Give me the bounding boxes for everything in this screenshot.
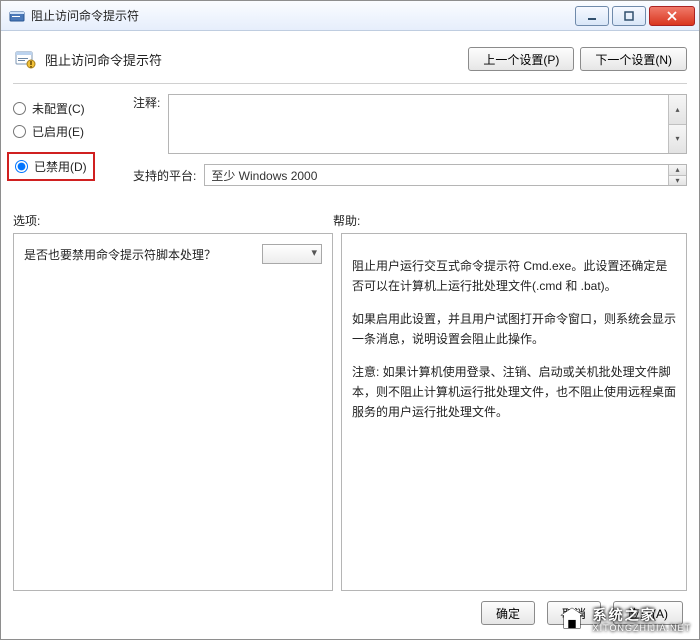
highlight-box: 已禁用(D): [7, 152, 95, 181]
option-question: 是否也要禁用命令提示符脚本处理？: [24, 246, 262, 263]
script-processing-dropdown[interactable]: [262, 244, 322, 264]
help-label: 帮助:: [333, 212, 687, 229]
titlebar[interactable]: 阻止访问命令提示符: [1, 1, 699, 31]
state-radio-group: 未配置(C) 已启用(E) 已禁用(D): [13, 94, 133, 186]
policy-header: 阻止访问命令提示符 上一个设置(P) 下一个设置(N): [13, 47, 687, 71]
radio-disabled-label: 已禁用(D): [34, 158, 87, 175]
scroll-down-icon[interactable]: ▾: [668, 125, 686, 154]
radio-disabled-input[interactable]: [15, 160, 28, 173]
app-icon: [9, 8, 25, 24]
divider: [13, 83, 687, 84]
window-frame: 阻止访问命令提示符 阻止访问命令提示符 上一个设置(P) 下一个设置(N) 未配…: [0, 0, 700, 640]
scroll-up-icon[interactable]: ▴: [668, 165, 686, 176]
platform-label: 支持的平台:: [133, 167, 196, 184]
radio-not-configured[interactable]: 未配置(C): [13, 100, 133, 117]
comment-label: 注释:: [133, 94, 160, 111]
policy-icon: [13, 47, 37, 71]
supported-on-box: 至少 Windows 2000 ▴▾: [204, 164, 687, 186]
minimize-button[interactable]: [575, 6, 609, 26]
radio-enabled-input[interactable]: [13, 125, 26, 138]
radio-not-configured-label: 未配置(C): [32, 100, 85, 117]
close-button[interactable]: [649, 6, 695, 26]
maximize-button[interactable]: [612, 6, 646, 26]
ok-button[interactable]: 确定: [481, 601, 535, 625]
next-setting-button[interactable]: 下一个设置(N): [580, 47, 687, 71]
scroll-down-icon[interactable]: ▾: [668, 176, 686, 186]
apply-button[interactable]: 应用(A): [613, 601, 683, 625]
cancel-button[interactable]: 取消: [547, 601, 601, 625]
platform-scroll[interactable]: ▴▾: [668, 165, 686, 185]
help-paragraph: 阻止用户运行交互式命令提示符 Cmd.exe。此设置还确定是否可以在计算机上运行…: [352, 256, 676, 297]
help-paragraph: 如果启用此设置，并且用户试图打开命令窗口，则系统会显示一条消息，说明设置会阻止此…: [352, 309, 676, 350]
comment-scroll[interactable]: ▴▾: [668, 95, 686, 153]
client-area: 阻止访问命令提示符 上一个设置(P) 下一个设置(N) 未配置(C) 已启用(E…: [1, 31, 699, 639]
supported-on-value: 至少 Windows 2000: [211, 167, 317, 184]
radio-not-configured-input[interactable]: [13, 102, 26, 115]
comment-textbox[interactable]: ▴▾: [168, 94, 687, 154]
radio-enabled[interactable]: 已启用(E): [13, 123, 133, 140]
radio-enabled-label: 已启用(E): [32, 123, 84, 140]
footer: 确定 取消 应用(A): [13, 591, 687, 629]
radio-disabled[interactable]: 已禁用(D): [15, 158, 87, 175]
window-title: 阻止访问命令提示符: [31, 7, 572, 24]
help-paragraph: 注意: 如果计算机使用登录、注销、启动或关机批处理文件脚本，则不阻止计算机运行批…: [352, 362, 676, 423]
options-label: 选项:: [13, 212, 333, 229]
help-panel: 阻止用户运行交互式命令提示符 Cmd.exe。此设置还确定是否可以在计算机上运行…: [341, 233, 687, 591]
policy-title: 阻止访问命令提示符: [45, 50, 462, 69]
previous-setting-button[interactable]: 上一个设置(P): [468, 47, 574, 71]
options-panel: 是否也要禁用命令提示符脚本处理？: [13, 233, 333, 591]
scroll-up-icon[interactable]: ▴: [668, 95, 686, 125]
